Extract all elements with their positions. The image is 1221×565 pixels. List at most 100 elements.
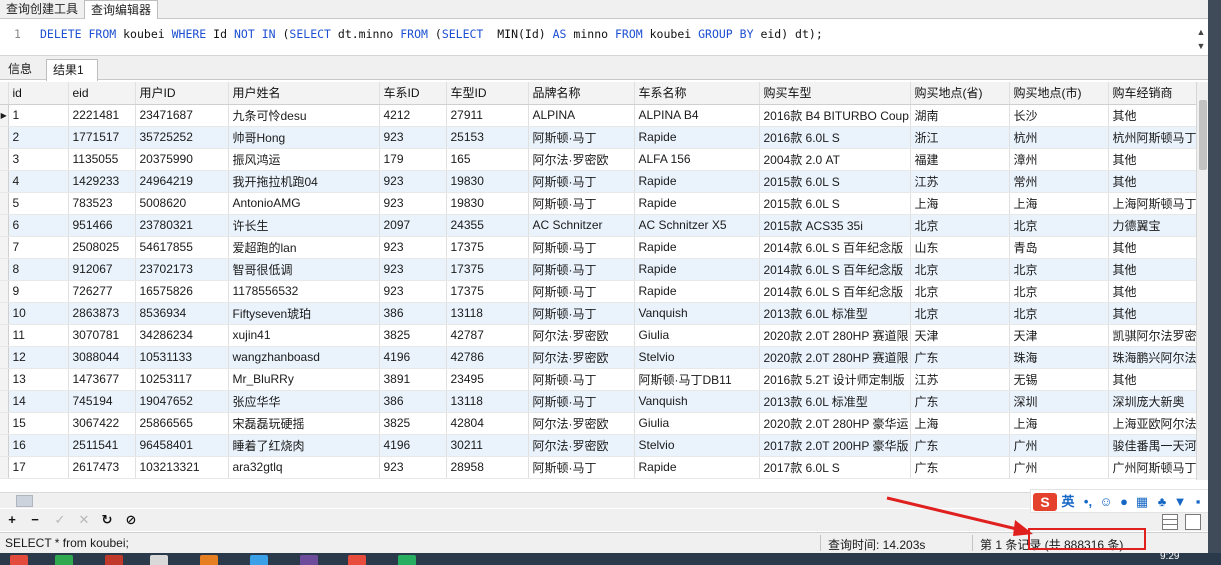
ime-toolbar[interactable]: S 英 •, ☺ ● ▦ ♣ ▼ ▪ <box>1030 489 1210 513</box>
grid-horizontal-scroll-thumb[interactable] <box>16 495 33 507</box>
table-cell[interactable]: 19047652 <box>135 390 229 413</box>
table-cell[interactable]: 北京 <box>1009 258 1109 281</box>
taskbar-app-icon[interactable] <box>250 555 268 565</box>
table-cell[interactable]: 13118 <box>446 390 529 413</box>
taskbar-app-icon[interactable] <box>150 555 168 565</box>
keyboard-icon[interactable]: ▦ <box>1133 493 1151 511</box>
table-cell[interactable]: 912067 <box>68 258 136 281</box>
skin-icon[interactable]: ♣ <box>1153 493 1171 511</box>
sql-text[interactable]: DELETE FROM koubei WHERE Id NOT IN (SELE… <box>40 27 823 41</box>
table-cell[interactable]: 漳州 <box>1009 148 1109 171</box>
table-cell[interactable]: 8536934 <box>135 302 229 325</box>
table-cell[interactable]: 726277 <box>68 280 136 303</box>
table-cell[interactable]: 阿斯顿·马丁 <box>528 302 635 325</box>
table-cell[interactable]: 3088044 <box>68 346 136 369</box>
table-cell[interactable]: 923 <box>379 170 447 193</box>
table-cell[interactable]: 13 <box>8 368 69 391</box>
table-cell[interactable]: 16 <box>8 434 69 457</box>
table-cell[interactable]: 2016款 6.0L S <box>759 126 911 149</box>
table-cell[interactable]: 北京 <box>910 214 1010 237</box>
table-cell[interactable]: 其他 <box>1108 368 1196 391</box>
table-cell[interactable]: 6 <box>8 214 69 237</box>
table-cell[interactable]: 帅哥Hong <box>228 126 380 149</box>
row-selector[interactable] <box>0 148 9 171</box>
column-header[interactable]: eid <box>68 82 136 105</box>
row-selector[interactable] <box>0 456 9 479</box>
table-cell[interactable]: 16575826 <box>135 280 229 303</box>
table-cell[interactable]: 745194 <box>68 390 136 413</box>
table-cell[interactable]: 北京 <box>910 302 1010 325</box>
shirt-icon[interactable]: ▼ <box>1171 493 1189 511</box>
result-grid[interactable]: id eid 用户ID 用户姓名 车系ID 车型ID 品牌名称 车系名称 购买车型 购买地点(省)… <box>0 82 1196 480</box>
row-selector[interactable] <box>0 214 9 237</box>
column-header[interactable]: 车型ID <box>446 82 529 105</box>
table-cell[interactable]: 上海 <box>910 192 1010 215</box>
table-cell[interactable]: 2004款 2.0 AT <box>759 148 911 171</box>
table-cell[interactable]: 江苏 <box>910 368 1010 391</box>
table-cell[interactable]: 青岛 <box>1009 236 1109 259</box>
table-cell[interactable]: 其他 <box>1108 302 1196 325</box>
emoji-icon[interactable]: ☺ <box>1097 493 1115 511</box>
table-cell[interactable]: Giulia <box>634 412 760 435</box>
table-cell[interactable]: 1771517 <box>68 126 136 149</box>
table-cell[interactable]: 其他 <box>1108 104 1196 127</box>
table-cell[interactable]: 165 <box>446 148 529 171</box>
table-row[interactable]: 8 912067 23702173 智哥很低调 923 17375 阿斯顿·马丁 Rapide… <box>0 258 1196 281</box>
table-cell[interactable]: 浙江 <box>910 126 1010 149</box>
table-cell[interactable]: 4196 <box>379 346 447 369</box>
table-cell[interactable]: 1135055 <box>68 148 136 171</box>
table-cell[interactable]: Rapide <box>634 192 760 215</box>
table-cell[interactable]: 2020款 2.0T 280HP 赛道限 <box>759 346 911 369</box>
table-cell[interactable]: Stelvio <box>634 346 760 369</box>
stop-button[interactable]: ⊘ <box>123 512 139 528</box>
table-cell[interactable]: 其他 <box>1108 280 1196 303</box>
mic-icon[interactable]: ● <box>1115 493 1133 511</box>
table-cell[interactable]: 25866565 <box>135 412 229 435</box>
table-cell[interactable]: 10 <box>8 302 69 325</box>
table-cell[interactable]: 10253117 <box>135 368 229 391</box>
punctuation-icon[interactable]: •, <box>1079 493 1097 511</box>
table-cell[interactable]: 2863873 <box>68 302 136 325</box>
taskbar-app-icon[interactable] <box>398 555 416 565</box>
table-cell[interactable]: 阿斯顿·马丁DB11 <box>634 368 760 391</box>
row-selector[interactable] <box>0 258 9 281</box>
table-cell[interactable]: 凯骐阿尔法罗密 <box>1108 324 1196 347</box>
table-cell[interactable]: 广州阿斯顿马丁 <box>1108 456 1196 479</box>
table-cell[interactable]: 杭州 <box>1009 126 1109 149</box>
toolbox-icon[interactable]: ▪ <box>1189 493 1207 511</box>
table-cell[interactable]: 3891 <box>379 368 447 391</box>
table-cell[interactable]: 骏佳番禺一天河 <box>1108 434 1196 457</box>
table-cell[interactable]: Fiftyseven琥珀 <box>228 302 380 325</box>
table-cell[interactable]: 19830 <box>446 170 529 193</box>
table-cell[interactable]: 12 <box>8 346 69 369</box>
table-row[interactable]: 11 3070781 34286234 xujin41 3825 42787 阿尔法·罗密欧… <box>0 324 1196 347</box>
taskbar-app-icon[interactable] <box>348 555 366 565</box>
table-cell[interactable]: 7 <box>8 236 69 259</box>
table-cell[interactable]: 2617473 <box>68 456 136 479</box>
table-cell[interactable]: 25153 <box>446 126 529 149</box>
table-cell[interactable]: 阿斯顿·马丁 <box>528 192 635 215</box>
table-cell[interactable]: Vanquish <box>634 390 760 413</box>
table-cell[interactable]: 其他 <box>1108 236 1196 259</box>
column-header[interactable]: 购买车型 <box>759 82 911 105</box>
table-cell[interactable]: 上海阿斯顿马丁 <box>1108 192 1196 215</box>
taskbar-app-icon[interactable] <box>300 555 318 565</box>
table-cell[interactable]: xujin41 <box>228 324 380 347</box>
table-row[interactable]: 4 1429233 24964219 我开拖拉机跑04 923 19830 阿斯顿·马丁 Ra… <box>0 170 1196 193</box>
table-row[interactable]: 10 2863873 8536934 Fiftyseven琥珀 386 13118 阿斯顿·… <box>0 302 1196 325</box>
table-cell[interactable]: 广东 <box>910 434 1010 457</box>
table-cell[interactable]: 2017款 2.0T 200HP 豪华版 <box>759 434 911 457</box>
table-cell[interactable]: 福建 <box>910 148 1010 171</box>
row-selector[interactable] <box>0 412 9 435</box>
table-cell[interactable]: 2015款 6.0L S <box>759 192 911 215</box>
table-cell[interactable]: 2020款 2.0T 280HP 豪华运 <box>759 412 911 435</box>
table-cell[interactable]: 北京 <box>1009 302 1109 325</box>
row-selector[interactable] <box>0 368 9 391</box>
table-cell[interactable]: 17 <box>8 456 69 479</box>
table-row[interactable]: 9 726277 16575826 1178556532 923 17375 阿斯顿·马丁 R… <box>0 280 1196 303</box>
table-cell[interactable]: 42804 <box>446 412 529 435</box>
table-cell[interactable]: 湖南 <box>910 104 1010 127</box>
row-selector[interactable] <box>0 390 9 413</box>
table-cell[interactable]: 2221481 <box>68 104 136 127</box>
table-cell[interactable]: 2016款 B4 BITURBO Coup <box>759 104 911 127</box>
